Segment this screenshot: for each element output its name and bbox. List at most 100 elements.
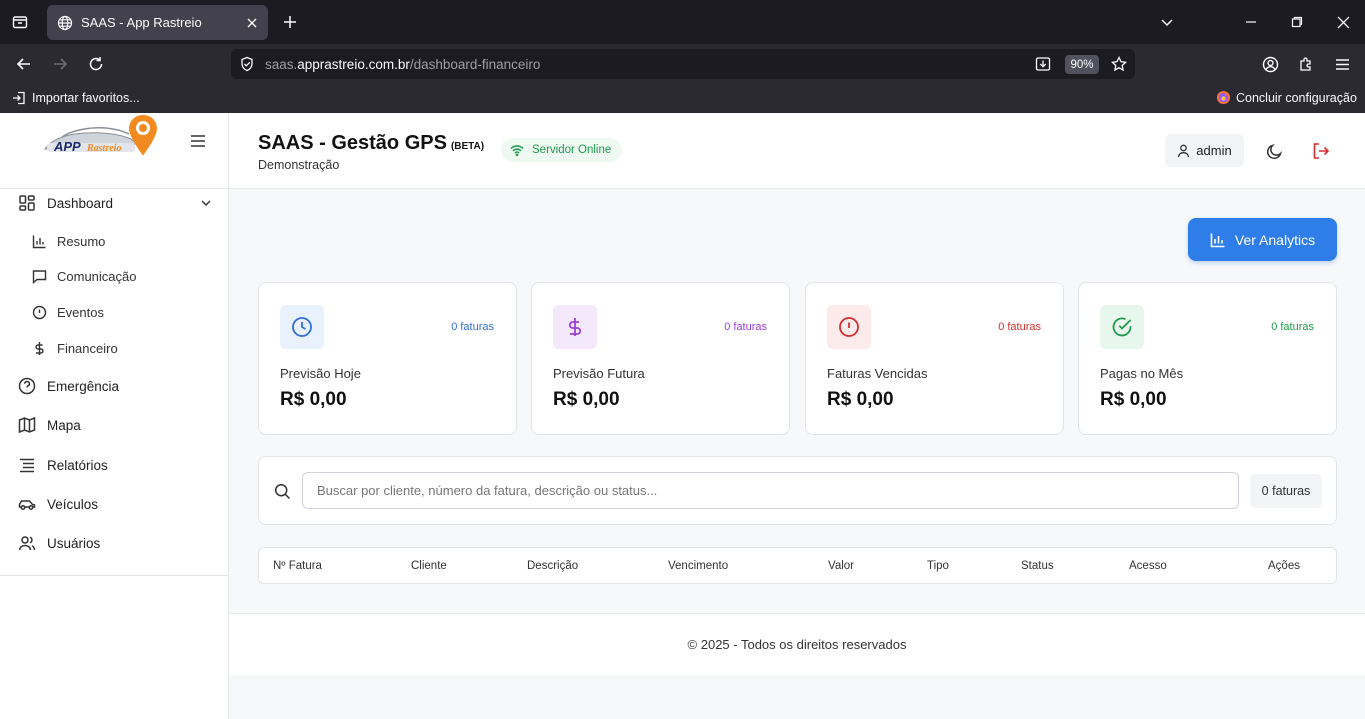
user-icon (1178, 144, 1190, 157)
extensions-icon[interactable] (1297, 55, 1315, 73)
sidebar-divider (0, 575, 228, 576)
brand-area: APP Rastreio (0, 113, 228, 189)
restore-icon[interactable] (1288, 13, 1306, 31)
sidebar-item-label: Comunicação (57, 269, 137, 284)
forward-arrow-icon[interactable] (50, 54, 70, 74)
globe-icon (57, 15, 73, 30)
server-status-text: Servidor Online (532, 144, 612, 156)
firefox-logo-icon (1216, 90, 1231, 105)
close-tab-icon[interactable] (246, 17, 258, 29)
wifi-icon (510, 145, 524, 156)
bar-chart-icon (32, 235, 46, 249)
card-value: R$ 0,00 (553, 389, 620, 410)
import-bookmarks-link[interactable]: Importar favoritos... (12, 91, 140, 105)
map-icon (18, 416, 36, 434)
back-arrow-icon[interactable] (14, 54, 34, 74)
alert-circle-icon (32, 305, 47, 320)
column-header[interactable]: Descrição (527, 560, 578, 572)
sidebar-item-label: Veículos (47, 496, 99, 512)
search-icon (274, 483, 291, 500)
sidebar-item-resumo[interactable]: Resumo (32, 234, 105, 249)
column-header[interactable]: Tipo (927, 560, 949, 572)
card-value: R$ 0,00 (827, 389, 894, 410)
invoice-count: 0 faturas (451, 321, 494, 333)
tab-title: SAAS - App Rastreio (81, 15, 202, 30)
account-icon[interactable] (1261, 55, 1279, 73)
app-rastreio-logo[interactable]: APP Rastreio (42, 113, 160, 163)
card-value: R$ 0,00 (1100, 389, 1167, 410)
card-label: Previsão Futura (553, 366, 645, 381)
sidebar-item-label: Financeiro (57, 341, 118, 356)
dollar-icon (35, 342, 44, 355)
bookmarks-bar: Importar favoritos... Concluir configura… (0, 84, 1365, 113)
sidebar-item-label: Relatórios (47, 457, 108, 473)
bar-chart-icon (1210, 233, 1225, 247)
sidebar-item-label: Eventos (57, 305, 104, 320)
zoom-level-badge[interactable]: 90% (1065, 55, 1099, 74)
column-header[interactable]: Cliente (411, 560, 447, 572)
search-result-count: 0 faturas (1250, 474, 1322, 508)
column-header[interactable]: Nº Fatura (273, 560, 322, 572)
reload-icon[interactable] (86, 54, 106, 74)
bookmark-star-icon[interactable] (1110, 55, 1128, 73)
stat-card-pagas-no-mes: 0 faturas Pagas no Mês R$ 0,00 (1078, 282, 1337, 435)
app-menu-icon[interactable] (1333, 55, 1351, 73)
sidebar-item-label: Emergência (47, 378, 120, 394)
sidebar-item-usuarios[interactable]: Usuários (18, 534, 100, 552)
browser-tab[interactable]: SAAS - App Rastreio (47, 5, 268, 40)
sidebar-item-comunicacao[interactable]: Comunicação (32, 269, 137, 284)
sidebar-item-mapa[interactable]: Mapa (18, 416, 81, 434)
column-header[interactable]: Vencimento (668, 560, 728, 572)
alert-circle-icon (827, 305, 871, 349)
check-circle-icon (1100, 305, 1144, 349)
address-bar[interactable]: saas. apprastreio.com.br/dashboard-financ… (231, 49, 1135, 79)
column-header[interactable]: Ações (1268, 560, 1300, 572)
finish-setup-label: Concluir configuração (1236, 90, 1357, 105)
card-label: Previsão Hoje (280, 366, 361, 381)
invoice-table-header: Nº Fatura Cliente Descrição Vencimento V… (258, 547, 1337, 584)
browser-tab-bar: SAAS - App Rastreio (0, 0, 1365, 44)
car-icon (18, 500, 36, 510)
menu-toggle-icon[interactable] (190, 134, 206, 148)
tab-list-icon[interactable] (10, 12, 30, 32)
stat-card-faturas-vencidas: 0 faturas Faturas Vencidas R$ 0,00 (805, 282, 1064, 435)
sidebar-item-veiculos[interactable]: Veículos (18, 495, 98, 513)
column-header[interactable]: Acesso (1129, 560, 1167, 572)
finish-setup-link[interactable]: Concluir configuração (1216, 90, 1357, 105)
close-window-icon[interactable] (1334, 13, 1352, 31)
dollar-icon (553, 305, 597, 349)
dark-mode-moon-icon[interactable] (1266, 143, 1283, 160)
view-analytics-label: Ver Analytics (1234, 231, 1316, 248)
message-icon (32, 270, 47, 284)
import-bookmarks-label: Importar favoritos... (32, 91, 140, 105)
sidebar-item-eventos[interactable]: Eventos (32, 305, 104, 320)
sidebar-item-emergencia[interactable]: Emergência (18, 377, 119, 395)
column-header[interactable]: Valor (828, 560, 854, 572)
page-header: SAAS - Gestão GPS (BETA) Demonstração Ser… (229, 113, 1365, 189)
view-analytics-button[interactable]: Ver Analytics (1188, 218, 1337, 261)
stat-card-previsao-hoje: 0 faturas Previsão Hoje R$ 0,00 (258, 282, 517, 435)
site-security-icon[interactable] (238, 55, 256, 73)
download-page-icon[interactable] (1034, 55, 1052, 73)
page-subtitle: Demonstração (258, 158, 340, 172)
clock-icon (280, 305, 324, 349)
sidebar-item-financeiro[interactable]: Financeiro (32, 341, 118, 356)
sidebar-item-relatorios[interactable]: Relatórios (18, 456, 108, 474)
user-menu-button[interactable]: admin (1165, 134, 1244, 167)
copyright-text: © 2025 - Todos os direitos reservados (687, 637, 907, 652)
sidebar-item-label: Resumo (57, 234, 106, 249)
server-status-badge: Servidor Online (501, 138, 623, 162)
new-tab-icon[interactable] (281, 13, 299, 31)
help-circle-icon (18, 377, 36, 395)
tab-overflow-chevron-icon[interactable] (1158, 13, 1176, 31)
invoice-count: 0 faturas (998, 321, 1041, 333)
url-path: /dashboard-financeiro (409, 56, 541, 72)
logout-icon[interactable] (1312, 142, 1330, 160)
search-input[interactable] (302, 472, 1239, 509)
page-title-text: SAAS - Gestão GPS (258, 132, 447, 154)
minimize-icon[interactable] (1242, 13, 1260, 31)
page-footer: © 2025 - Todos os direitos reservados (229, 613, 1365, 675)
column-header[interactable]: Status (1021, 560, 1054, 572)
card-label: Pagas no Mês (1100, 366, 1184, 381)
sidebar-item-dashboard[interactable]: Dashboard (18, 194, 212, 212)
